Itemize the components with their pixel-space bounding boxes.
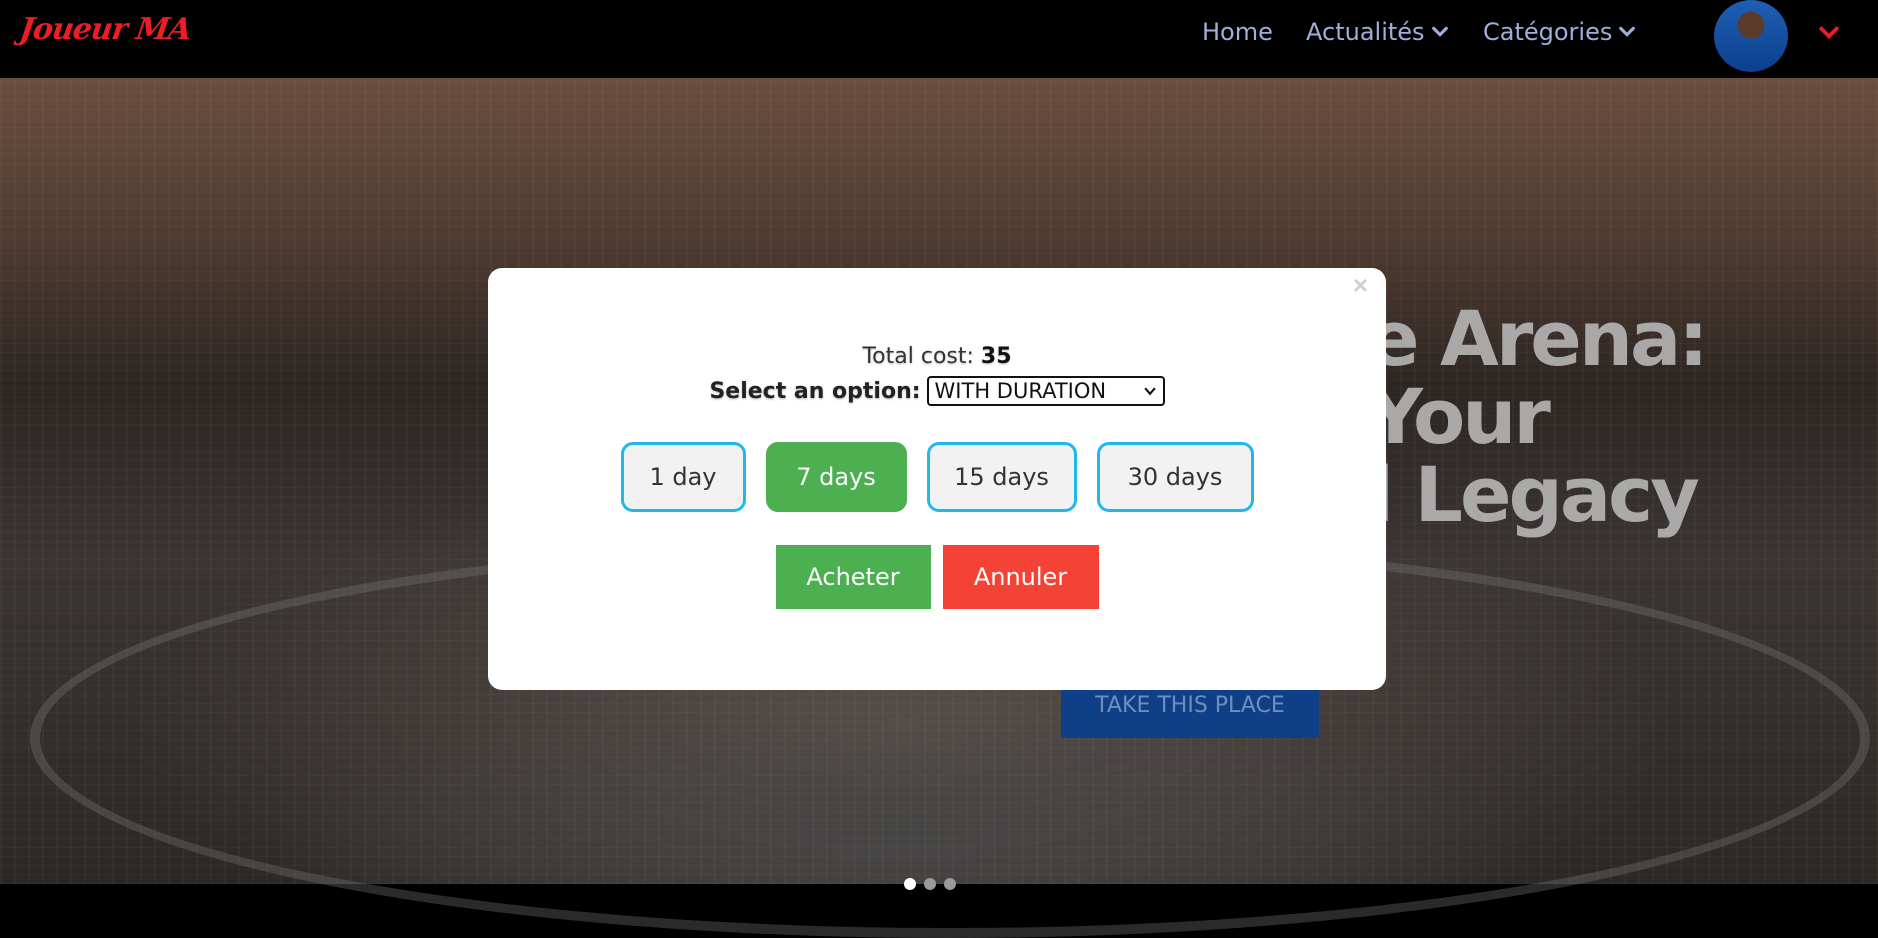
hero-title: e Arena: Your l Legacy — [1368, 300, 1878, 534]
nav-link-actualites[interactable]: Actualités — [1306, 18, 1449, 46]
nav-link-home[interactable]: Home — [1202, 18, 1273, 46]
carousel-dot[interactable] — [904, 878, 916, 890]
user-menu-chevron-icon[interactable] — [1818, 22, 1840, 44]
duration-30-days-button[interactable]: 30 days — [1096, 442, 1254, 512]
close-icon[interactable]: × — [1353, 270, 1368, 301]
select-option-label: Select an option: — [709, 378, 921, 404]
buy-button[interactable]: Acheter — [775, 545, 931, 609]
hero-title-line: e Arena: — [1368, 294, 1709, 383]
cancel-button[interactable]: Annuler — [942, 545, 1099, 609]
nav-link-label: Home — [1202, 18, 1273, 46]
carousel-dot[interactable] — [924, 878, 936, 890]
chevron-down-icon — [1143, 387, 1156, 396]
nav-link-categories[interactable]: Catégories — [1483, 18, 1636, 46]
duration-options: 1 day 7 days 15 days 30 days — [488, 442, 1386, 512]
total-cost-value: 35 — [980, 344, 1012, 369]
total-cost-label: Total cost: — [862, 344, 974, 369]
user-avatar[interactable] — [1714, 0, 1788, 72]
hero-title-line: l Legacy — [1368, 450, 1700, 539]
carousel-dot[interactable] — [944, 878, 956, 890]
chevron-down-icon — [1619, 26, 1636, 37]
nav-link-label: Catégories — [1483, 18, 1613, 46]
carousel-indicators — [904, 878, 956, 890]
site-logo[interactable]: Joueur MA — [18, 12, 194, 47]
modal-actions: Acheter Annuler — [488, 545, 1386, 609]
chevron-down-icon — [1431, 26, 1448, 37]
duration-7-days-button[interactable]: 7 days — [765, 442, 907, 512]
hero-title-line: Your — [1368, 372, 1551, 461]
duration-15-days-button[interactable]: 15 days — [926, 442, 1077, 512]
top-navbar: Joueur MA Home Actualités Catégories — [0, 0, 1878, 78]
duration-1-day-button[interactable]: 1 day — [620, 442, 746, 512]
nav-link-label: Actualités — [1306, 18, 1425, 46]
purchase-modal: × Total cost: 35 Select an option: WITH … — [488, 268, 1386, 690]
option-select-value: WITH DURATION — [934, 379, 1107, 403]
total-cost: Total cost: 35 — [488, 344, 1386, 369]
option-select[interactable]: WITH DURATION — [926, 376, 1165, 406]
option-row: Select an option: WITH DURATION — [488, 376, 1386, 406]
